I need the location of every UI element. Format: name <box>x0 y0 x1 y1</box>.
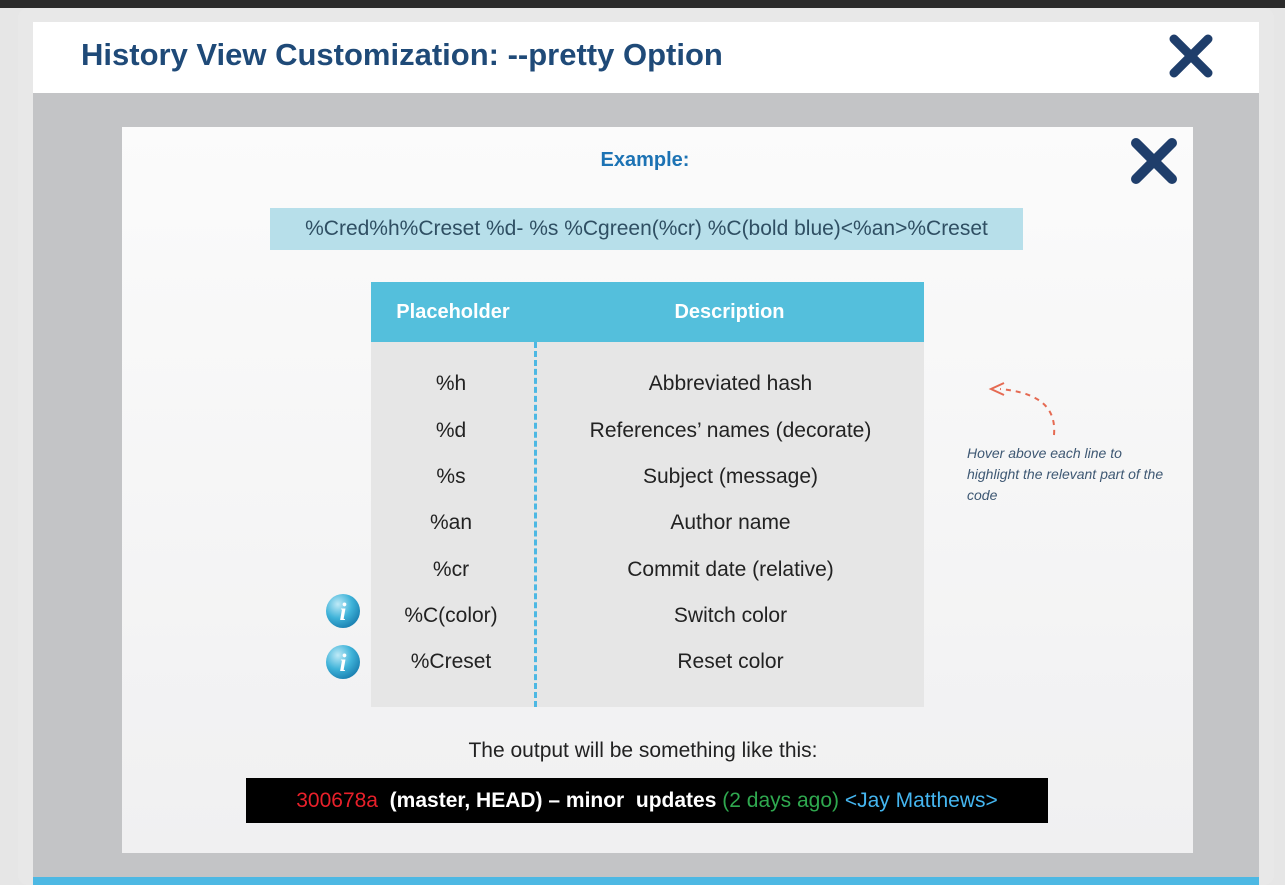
info-icon[interactable]: i <box>325 593 361 629</box>
header-description: Description <box>674 301 785 323</box>
placeholder-cell: %cr <box>432 558 470 581</box>
info-icon[interactable]: i <box>325 644 361 680</box>
placeholder-cell: %s <box>436 465 466 488</box>
table-row-an[interactable]: %an Author name <box>371 500 924 546</box>
svg-text:i: i <box>340 650 347 677</box>
curved-arrow-icon <box>988 382 1056 436</box>
output-label: The output will be something like this: <box>468 739 818 762</box>
description-cell: Switch color <box>673 604 788 627</box>
description-cell: Commit date (relative) <box>627 558 834 581</box>
hover-hint: Hover above each line to highlight the r… <box>967 445 1164 503</box>
description-cell: References’ names (decorate) <box>589 419 872 442</box>
placeholder-table-body: %h Abbreviated hash %d References’ names… <box>371 342 924 707</box>
header-placeholder: Placeholder <box>396 301 510 323</box>
table-row-creset[interactable]: %Creset Reset color <box>371 639 924 685</box>
description-cell: Abbreviated hash <box>648 372 813 395</box>
browser-top-strip <box>0 0 1285 8</box>
close-dialog-button[interactable] <box>1168 34 1214 78</box>
table-row-h[interactable]: %h Abbreviated hash <box>371 361 924 407</box>
format-string-code: %Cred%h%Creset %d- %s %Cgreen(%cr) %C(bo… <box>270 208 1023 250</box>
output-refs-subject: (master, HEAD) – minor updates <box>389 789 717 812</box>
output-author: <Jay Matthews> <box>844 789 998 812</box>
example-panel: Example: %Cred%h%Creset %d- %s %Cgreen(%… <box>122 127 1193 853</box>
output-date: (2 days ago) <box>722 789 839 812</box>
placeholder-cell: %d <box>435 419 467 442</box>
placeholder-table-header: Placeholder Description <box>371 282 924 342</box>
table-row-d[interactable]: %d References’ names (decorate) <box>371 408 924 454</box>
description-cell: Subject (message) <box>642 465 819 488</box>
dialog-title-bar: History View Customization: --pretty Opt… <box>33 22 1259 93</box>
output-hash: 300678a <box>296 789 378 812</box>
placeholder-cell: %C(color) <box>404 604 498 627</box>
description-cell: Author name <box>670 511 791 534</box>
table-row-cr[interactable]: %cr Commit date (relative) <box>371 547 924 593</box>
svg-text:i: i <box>340 599 347 626</box>
placeholder-cell: %an <box>429 511 473 534</box>
close-x-icon <box>1169 34 1213 78</box>
placeholder-cell: %Creset <box>410 650 492 673</box>
example-label: Example: <box>600 149 690 171</box>
dialog-bottom-bar <box>33 877 1259 885</box>
table-row-s[interactable]: %s Subject (message) <box>371 454 924 500</box>
table-row-c-color[interactable]: %C(color) Switch color <box>371 593 924 639</box>
placeholder-cell: %h <box>435 372 467 395</box>
description-cell: Reset color <box>677 650 784 673</box>
dialog-title: History View Customization: --pretty Opt… <box>81 37 723 72</box>
example-output: 300678a (master, HEAD) – minor updates (… <box>246 778 1048 823</box>
